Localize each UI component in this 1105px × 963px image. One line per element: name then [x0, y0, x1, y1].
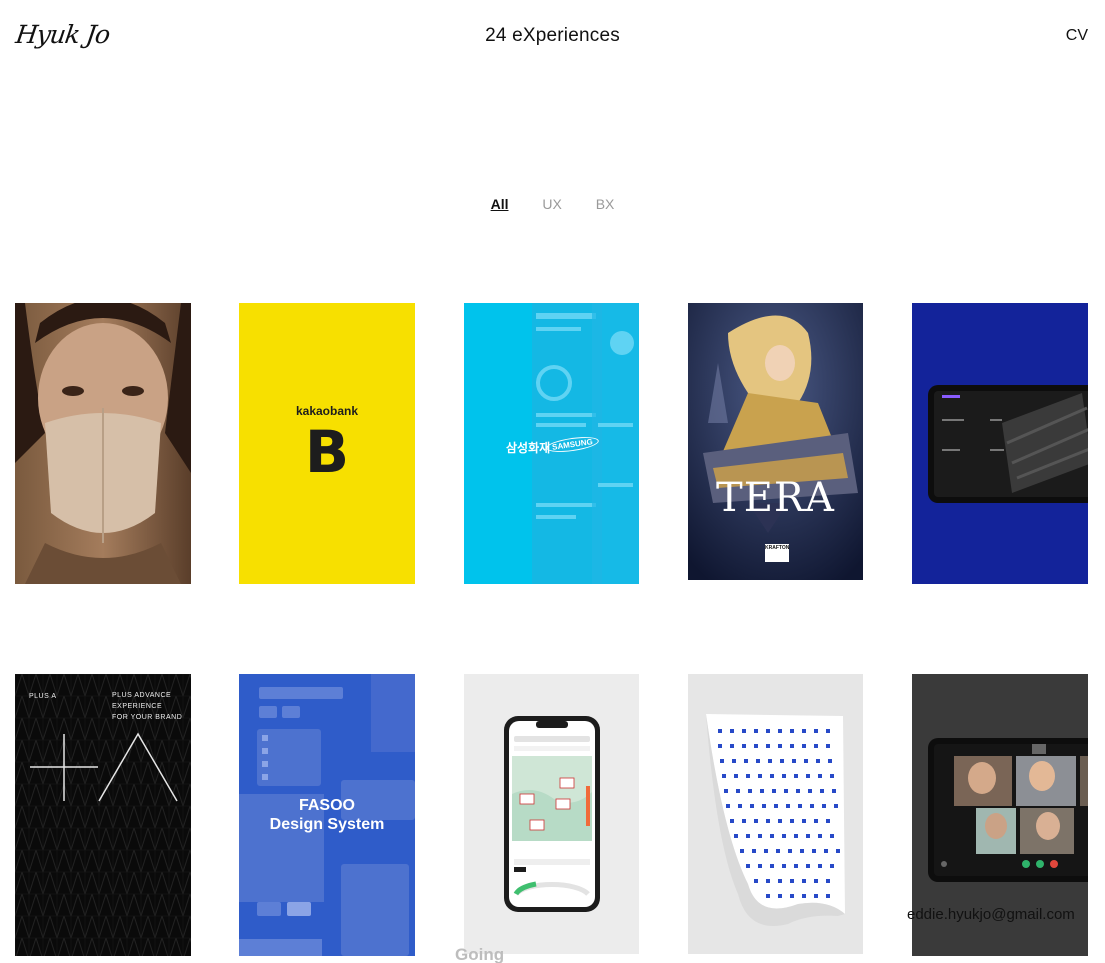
kakaobank-logo: B — [304, 418, 350, 486]
filter-ux[interactable]: UX — [542, 196, 561, 212]
page-title: 24 eXperiences — [485, 25, 620, 46]
tera-key-art — [688, 303, 863, 580]
project-card-samsung[interactable]: 삼성화재 SAMSUNG — [464, 303, 639, 584]
fasoo-title-line: Design System — [269, 816, 385, 833]
project-card-portrait[interactable] — [15, 303, 191, 584]
plusa-label: PLUS A — [29, 693, 57, 700]
tablet-mockup — [928, 385, 1088, 503]
filter-bx[interactable]: BX — [596, 196, 615, 212]
filter-all[interactable]: All — [491, 196, 509, 212]
fasoo-title: FASOO Design System — [239, 796, 415, 834]
project-card-kakaobank[interactable]: kakaobank B — [239, 303, 415, 584]
going-label: Going — [455, 945, 505, 963]
samsung-korean-name: 삼성화재 — [506, 441, 551, 455]
category-filter: All UX BX — [0, 196, 1105, 212]
plusa-tagline-line: PLUS ADVANCE — [112, 692, 172, 699]
portrait-image — [15, 303, 191, 584]
project-card-tera[interactable]: TERA KRAFTON — [688, 303, 863, 580]
plusa-tagline-line: EXPERIENCE — [112, 703, 163, 710]
tera-logo: TERA — [716, 475, 835, 521]
plusa-tagline-line: FOR YOUR BRAND — [112, 714, 183, 721]
project-card-phone[interactable] — [464, 674, 639, 954]
project-card-plusa[interactable]: PLUS A PLUS ADVANCE EXPERIENCE FOR YOUR … — [15, 674, 191, 956]
kakaobank-wordmark: kakaobank — [295, 404, 359, 418]
project-card-tablet[interactable] — [912, 303, 1088, 584]
plusa-tagline: PLUS ADVANCE EXPERIENCE FOR YOUR BRAND — [112, 690, 182, 723]
project-card-iconset[interactable] — [688, 674, 863, 954]
fasoo-title-line: FASOO — [298, 797, 355, 814]
phone-mockup — [504, 716, 600, 912]
icon-sheet-image — [706, 714, 845, 926]
project-card-fasoo[interactable]: FASOO Design System — [239, 674, 415, 956]
cv-link[interactable]: CV — [1066, 27, 1088, 45]
contact-email[interactable]: eddie.hyukjo@gmail.com — [907, 906, 1075, 923]
krafton-logo: KRAFTON — [765, 544, 789, 562]
